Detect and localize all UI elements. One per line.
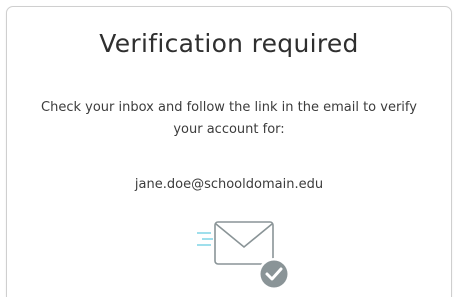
dialog-title: Verification required [99,29,359,58]
verification-message: Check your inbox and follow the link in … [41,100,417,137]
account-email: jane.doe@schooldomain.edu [134,177,324,192]
envelope-body [214,221,274,265]
verification-card: Verification required Check your inbox a… [6,6,452,297]
check-badge-fill [260,260,288,288]
envelope-check-icon [197,221,290,290]
